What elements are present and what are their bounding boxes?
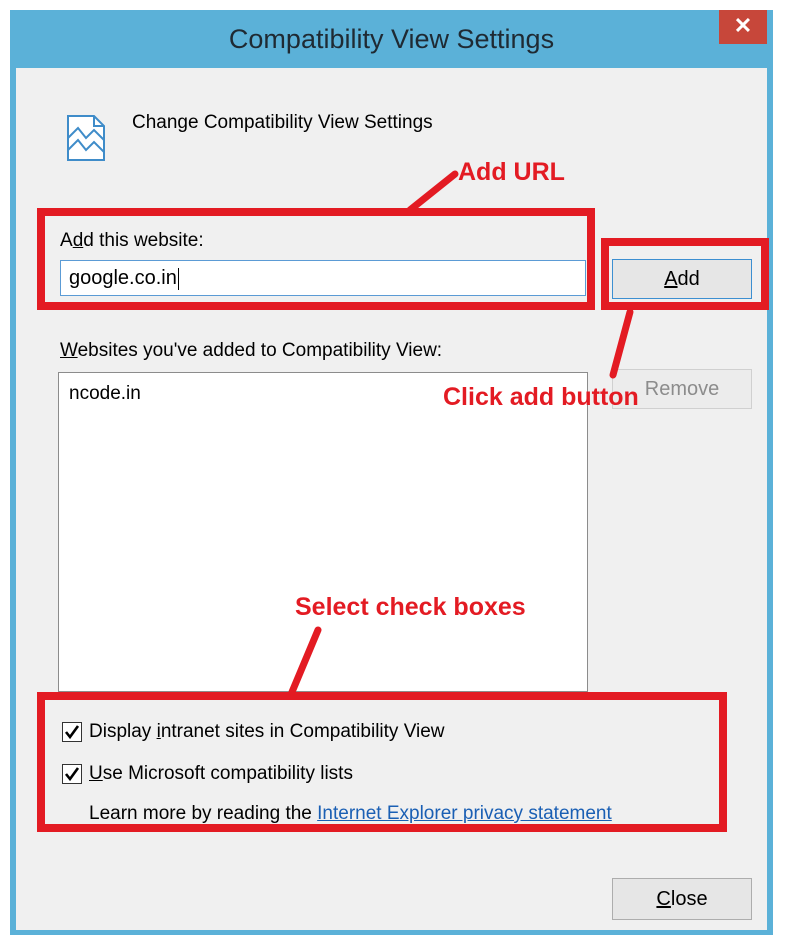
annotation-click-add: Click add button bbox=[443, 383, 639, 411]
checkboxes-highlight-box bbox=[37, 692, 727, 832]
header-text: Change Compatibility View Settings bbox=[132, 112, 433, 133]
websites-list[interactable]: ncode.in bbox=[58, 372, 588, 692]
list-item[interactable]: ncode.in bbox=[69, 383, 141, 405]
annotation-select-checks: Select check boxes bbox=[295, 593, 526, 621]
add-url-highlight-box bbox=[37, 208, 595, 310]
window-close-button[interactable]: ✕ bbox=[719, 10, 767, 44]
annotation-add-url: Add URL bbox=[458, 158, 565, 186]
compat-view-page-icon bbox=[64, 108, 108, 164]
title-bar: Compatibility View Settings ✕ bbox=[10, 10, 773, 68]
window-title: Compatibility View Settings bbox=[228, 24, 555, 54]
close-button[interactable]: Close bbox=[612, 878, 752, 920]
add-button-highlight-box bbox=[601, 238, 769, 310]
websites-list-label: Websites you've added to Compatibility V… bbox=[60, 340, 443, 361]
